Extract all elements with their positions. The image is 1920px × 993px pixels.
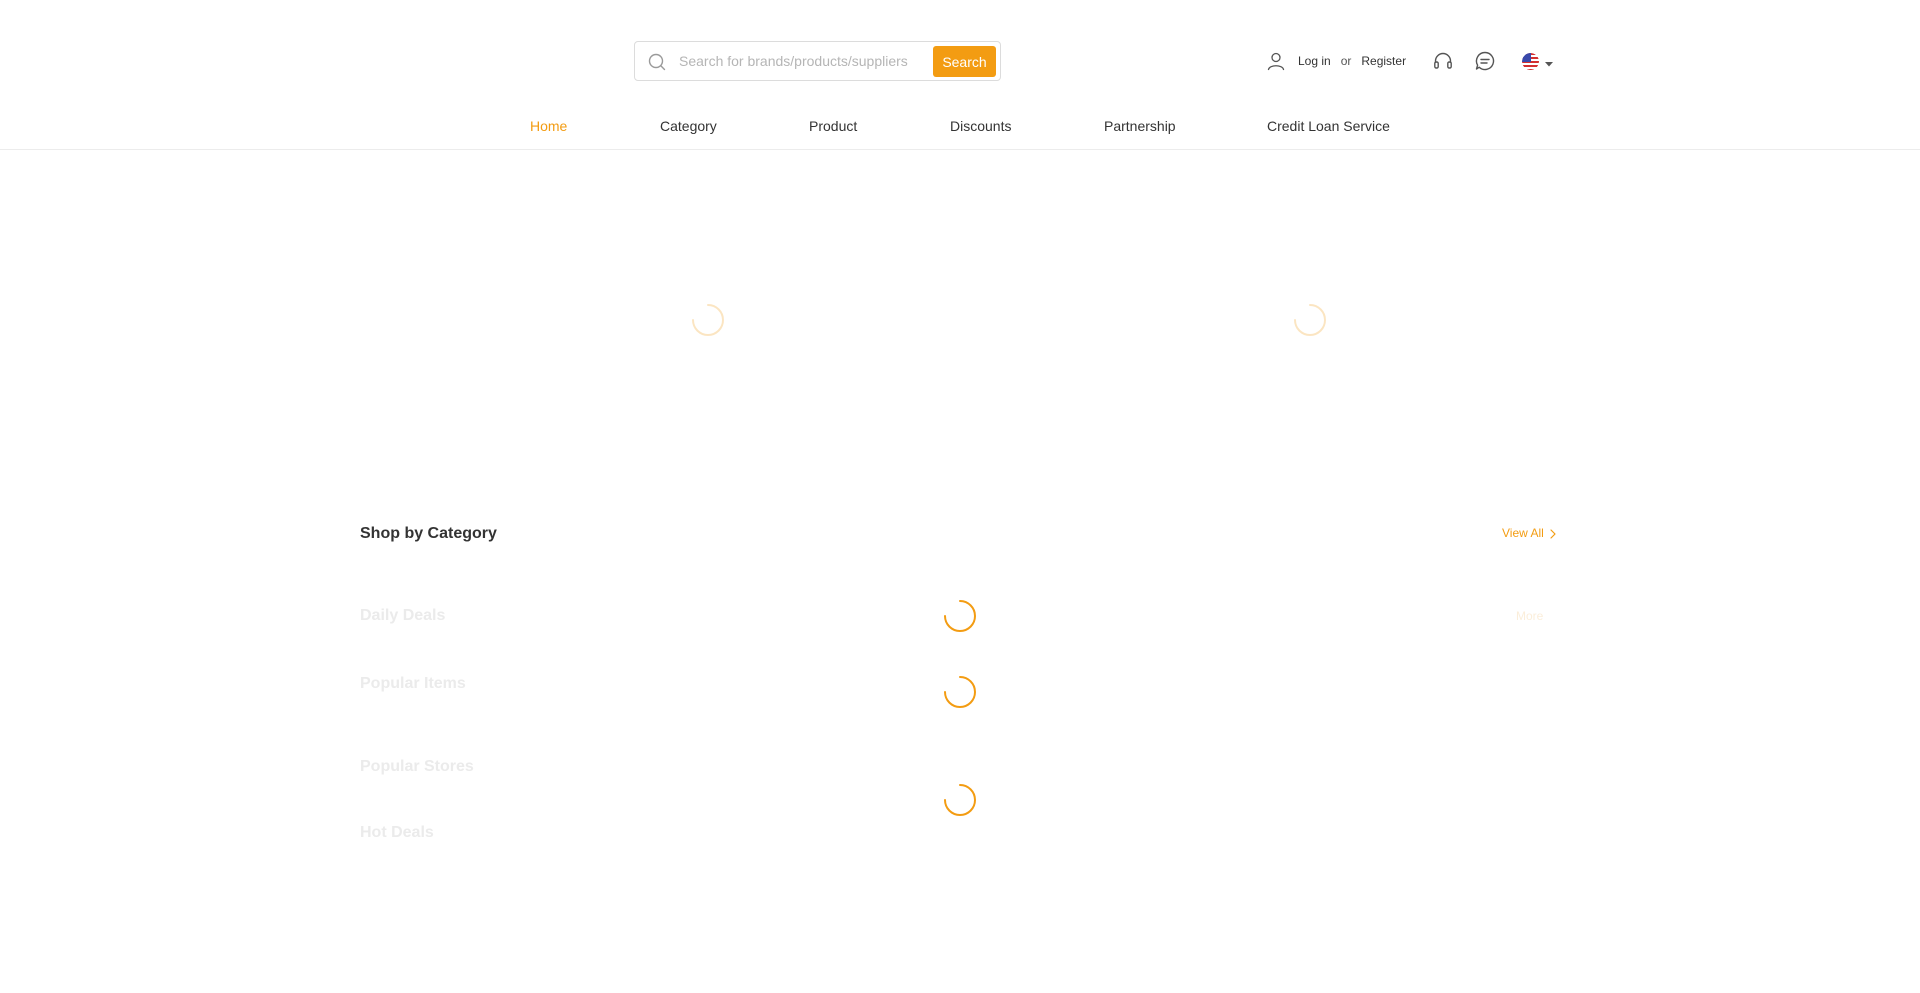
search-button[interactable]: Search [933, 46, 996, 77]
nav-item-home[interactable]: Home [530, 118, 567, 134]
login-link[interactable]: Log in [1298, 54, 1331, 68]
site-header: Search Log in or Register [0, 0, 1920, 150]
daily-deals-loading-spinner [942, 598, 978, 634]
search-bar: Search [634, 41, 1001, 81]
hot-deals-title: Hot Deals [360, 824, 434, 841]
banner-loading-spinner [1292, 302, 1328, 338]
nav-item-category[interactable]: Category [660, 118, 717, 134]
view-all-link[interactable]: View All [1502, 526, 1557, 540]
user-icon[interactable] [1266, 51, 1286, 71]
us-flag-icon [1522, 52, 1539, 70]
search-icon [647, 52, 667, 72]
main-nav: Home Category Product Discounts Partners… [0, 118, 1920, 138]
caret-down-icon [1544, 56, 1554, 67]
language-selector[interactable] [1522, 52, 1554, 70]
headset-icon[interactable] [1432, 50, 1454, 72]
shop-by-category-title: Shop by Category [360, 525, 497, 542]
daily-deals-more-link[interactable]: More [1516, 609, 1543, 623]
popular-items-loading-spinner [942, 674, 978, 710]
search-input[interactable] [677, 50, 935, 72]
popular-stores-loading-spinner [942, 782, 978, 818]
banner-loading-spinner [690, 302, 726, 338]
view-all-label: View All [1502, 526, 1544, 540]
daily-deals-title: Daily Deals [360, 607, 446, 624]
account-links: Log in or Register [1266, 50, 1406, 72]
popular-stores-title: Popular Stores [360, 758, 474, 775]
nav-item-product[interactable]: Product [809, 118, 857, 134]
chevron-right-icon [1549, 528, 1557, 539]
or-separator: or [1340, 54, 1352, 68]
register-link[interactable]: Register [1361, 54, 1406, 68]
nav-item-partnership[interactable]: Partnership [1104, 118, 1176, 134]
nav-item-discounts[interactable]: Discounts [950, 118, 1011, 134]
chat-icon[interactable] [1474, 50, 1496, 72]
nav-item-credit-loan-service[interactable]: Credit Loan Service [1267, 118, 1390, 134]
popular-items-title: Popular Items [360, 675, 466, 692]
